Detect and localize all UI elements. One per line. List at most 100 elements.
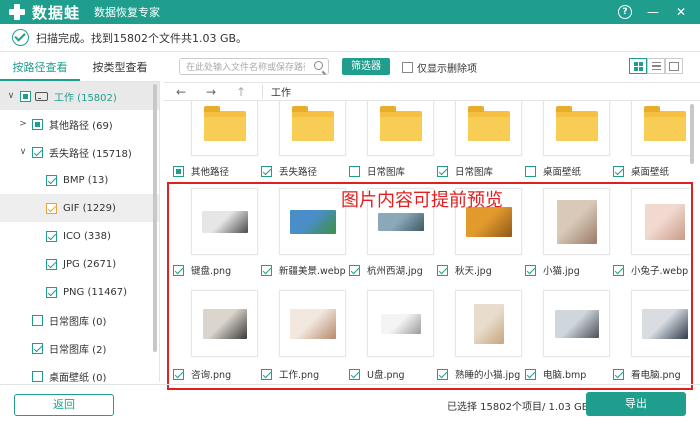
tree-item-checkbox[interactable] <box>32 314 43 326</box>
tree-item[interactable]: ∨ 工作 (15802) <box>0 82 159 110</box>
file-caption[interactable]: U盘.png <box>349 367 405 381</box>
file-checkbox[interactable] <box>261 165 272 177</box>
file-checkbox[interactable] <box>525 165 536 177</box>
file-checkbox[interactable] <box>437 165 448 177</box>
tree-item-checkbox[interactable] <box>46 202 57 214</box>
file-caption[interactable]: 丢失路径 <box>261 164 317 178</box>
image-tile[interactable] <box>191 188 258 255</box>
chevron-down-icon[interactable]: ∨ <box>6 91 16 101</box>
back-arrow-icon[interactable]: ← <box>176 85 194 99</box>
file-checkbox[interactable] <box>613 264 624 276</box>
image-tile[interactable] <box>631 290 690 357</box>
tab-by-path[interactable]: 按路径查看 <box>0 54 80 81</box>
tree-item[interactable]: JPG (2671) <box>0 250 159 278</box>
file-checkbox[interactable] <box>261 264 272 276</box>
tree-item-checkbox[interactable] <box>46 286 57 298</box>
file-checkbox[interactable] <box>437 264 448 276</box>
folder-tile[interactable] <box>367 101 434 156</box>
file-checkbox[interactable] <box>173 264 184 276</box>
tree-item[interactable]: PNG (11467) <box>0 278 159 306</box>
deleted-only-label: 仅显示删除项 <box>417 64 477 75</box>
file-checkbox[interactable] <box>261 368 272 380</box>
file-caption[interactable]: 新疆美景.webp <box>261 263 346 277</box>
deleted-only-checkbox[interactable] <box>402 62 413 73</box>
help-icon[interactable]: ? <box>618 5 632 19</box>
up-arrow-icon[interactable]: ↑ <box>236 85 254 99</box>
tree-item[interactable]: > 其他路径 (69) <box>0 110 159 138</box>
folder-tile[interactable] <box>631 101 690 156</box>
export-button[interactable]: 导出 <box>586 392 686 416</box>
file-caption[interactable]: 咨询.png <box>173 367 231 381</box>
search-input[interactable] <box>180 60 305 76</box>
image-tile[interactable] <box>367 290 434 357</box>
file-checkbox[interactable] <box>349 264 360 276</box>
sidebar-scrollbar[interactable] <box>153 84 157 352</box>
file-checkbox[interactable] <box>437 368 448 380</box>
file-checkbox[interactable] <box>349 368 360 380</box>
tree-item-label: 日常图库 (2) <box>49 344 107 356</box>
file-caption[interactable]: 看电脑.png <box>613 367 681 381</box>
file-checkbox[interactable] <box>173 165 184 177</box>
tree-item-checkbox[interactable] <box>32 342 43 354</box>
image-tile[interactable] <box>191 290 258 357</box>
detail-view-button[interactable] <box>665 58 683 74</box>
file-caption[interactable]: 电脑.bmp <box>525 367 586 381</box>
tab-by-type[interactable]: 按类型查看 <box>80 54 160 81</box>
tree-item-checkbox[interactable] <box>46 174 57 186</box>
file-caption[interactable]: 日常图库 <box>437 164 493 178</box>
file-checkbox[interactable] <box>613 368 624 380</box>
tree-item[interactable]: BMP (13) <box>0 166 159 194</box>
file-caption[interactable]: 小兔子.webp <box>613 263 688 277</box>
content-scrollbar[interactable] <box>690 104 694 164</box>
file-checkbox[interactable] <box>173 368 184 380</box>
file-caption[interactable]: 桌面壁纸 <box>525 164 581 178</box>
file-caption[interactable]: 键盘.png <box>173 263 231 277</box>
folder-tile[interactable] <box>455 101 522 156</box>
file-checkbox[interactable] <box>525 264 536 276</box>
file-caption[interactable]: 秋天.jpg <box>437 263 492 277</box>
file-caption[interactable]: 小猫.jpg <box>525 263 580 277</box>
tree-item[interactable]: 日常图库 (0) <box>0 306 159 334</box>
image-tile[interactable] <box>455 290 522 357</box>
tree-item[interactable]: 日常图库 (2) <box>0 334 159 362</box>
image-tile[interactable] <box>631 188 690 255</box>
tree-item-checkbox[interactable] <box>20 90 31 102</box>
tree-item[interactable]: 桌面壁纸 (0) <box>0 362 159 382</box>
filter-button[interactable]: 筛选器 <box>342 58 390 75</box>
chevron-down-icon[interactable]: ∨ <box>18 147 28 157</box>
file-caption[interactable]: 熟睡的小猫.jpg <box>437 367 520 381</box>
file-caption[interactable]: 其他路径 <box>173 164 229 178</box>
tree-item-checkbox[interactable] <box>32 370 43 382</box>
folder-icon <box>203 105 246 141</box>
folder-tile[interactable] <box>279 101 346 156</box>
minimize-button[interactable]: — <box>646 5 660 19</box>
forward-arrow-icon[interactable]: → <box>206 85 224 99</box>
image-tile[interactable] <box>543 290 610 357</box>
close-button[interactable]: ✕ <box>674 5 688 19</box>
list-view-button[interactable] <box>647 58 665 74</box>
deleted-only-toggle[interactable]: 仅显示删除项 <box>402 60 477 75</box>
file-caption[interactable]: 桌面壁纸 <box>613 164 669 178</box>
chevron-right-icon[interactable]: > <box>18 119 28 129</box>
folder-tile[interactable] <box>543 101 610 156</box>
file-caption[interactable]: 杭州西湖.jpg <box>349 263 423 277</box>
image-tile[interactable] <box>279 188 346 255</box>
file-caption[interactable]: 工作.png <box>261 367 319 381</box>
back-button[interactable]: 返回 <box>14 394 114 416</box>
tree-item-checkbox[interactable] <box>46 230 57 242</box>
tree-item-checkbox[interactable] <box>32 146 43 158</box>
image-tile[interactable] <box>543 188 610 255</box>
file-caption[interactable]: 日常图库 <box>349 164 405 178</box>
tree-item[interactable]: GIF (1229) <box>0 194 159 222</box>
file-checkbox[interactable] <box>525 368 536 380</box>
search-icon[interactable] <box>314 61 323 70</box>
file-checkbox[interactable] <box>613 165 624 177</box>
image-tile[interactable] <box>279 290 346 357</box>
file-checkbox[interactable] <box>349 165 360 177</box>
tree-item[interactable]: ∨ 丢失路径 (15718) <box>0 138 159 166</box>
tree-item[interactable]: ICO (338) <box>0 222 159 250</box>
tree-item-checkbox[interactable] <box>32 118 43 130</box>
tree-item-checkbox[interactable] <box>46 258 57 270</box>
grid-view-button[interactable] <box>629 58 647 74</box>
folder-tile[interactable] <box>191 101 258 156</box>
